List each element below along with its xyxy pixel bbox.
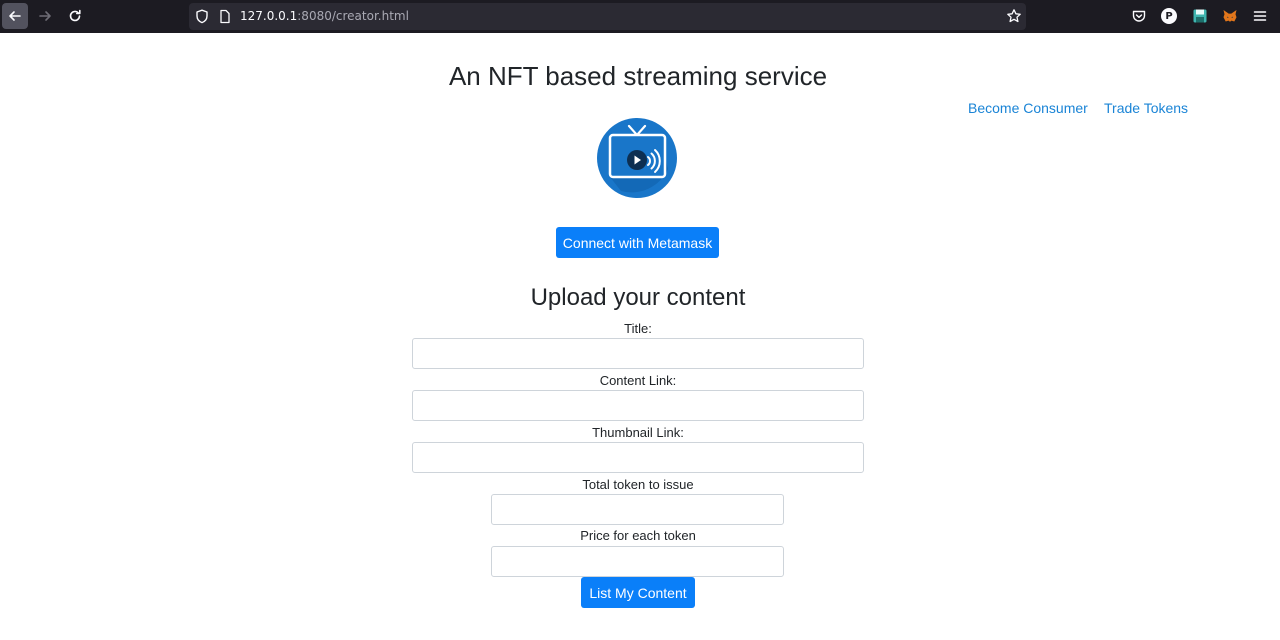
profile-letter: P	[1165, 10, 1173, 22]
url-text[interactable]: 127.0.0.1:8080/creator.html	[240, 9, 409, 24]
page-icon[interactable]	[219, 9, 231, 24]
trade-tokens-link[interactable]: Trade Tokens	[1104, 100, 1188, 117]
browser-toolbar: 127.0.0.1:8080/creator.html P	[0, 0, 1280, 33]
bookmark-star-icon[interactable]	[1006, 8, 1022, 24]
back-button[interactable]	[2, 3, 28, 29]
list-content-button[interactable]: List My Content	[581, 577, 695, 608]
thumbnail-link-label: Thumbnail Link:	[592, 425, 684, 440]
pocket-icon[interactable]	[1131, 8, 1147, 24]
token-price-label: Price for each token	[580, 528, 696, 543]
forward-button[interactable]	[32, 3, 58, 29]
menu-icon[interactable]	[1252, 8, 1268, 24]
total-token-label: Total token to issue	[582, 477, 694, 492]
upload-section-title: Upload your content	[530, 284, 746, 311]
content-link-input[interactable]	[412, 390, 864, 421]
profile-icon[interactable]: P	[1161, 8, 1177, 24]
url-path: :8080/creator.html	[297, 9, 409, 23]
token-price-input[interactable]	[491, 546, 784, 577]
page-title: An NFT based streaming service	[448, 61, 828, 91]
reload-button[interactable]	[62, 3, 88, 29]
title-input[interactable]	[412, 338, 864, 369]
tv-streaming-icon	[597, 118, 677, 198]
thumbnail-link-input[interactable]	[412, 442, 864, 473]
shield-icon[interactable]	[195, 9, 209, 24]
back-arrow-icon	[9, 11, 21, 21]
content-link-label: Content Link:	[599, 373, 677, 388]
connect-metamask-button[interactable]: Connect with Metamask	[556, 227, 719, 258]
total-token-input[interactable]	[491, 494, 784, 525]
become-consumer-link[interactable]: Become Consumer	[968, 100, 1088, 117]
address-bar[interactable]: 127.0.0.1:8080/creator.html	[189, 3, 1026, 30]
reload-icon	[69, 9, 81, 22]
url-host: 127.0.0.1	[240, 9, 298, 23]
metamask-fox-icon[interactable]	[1222, 8, 1238, 24]
forward-arrow-icon	[39, 11, 51, 21]
save-extension-icon[interactable]	[1192, 8, 1208, 24]
title-label: Title:	[624, 321, 652, 336]
